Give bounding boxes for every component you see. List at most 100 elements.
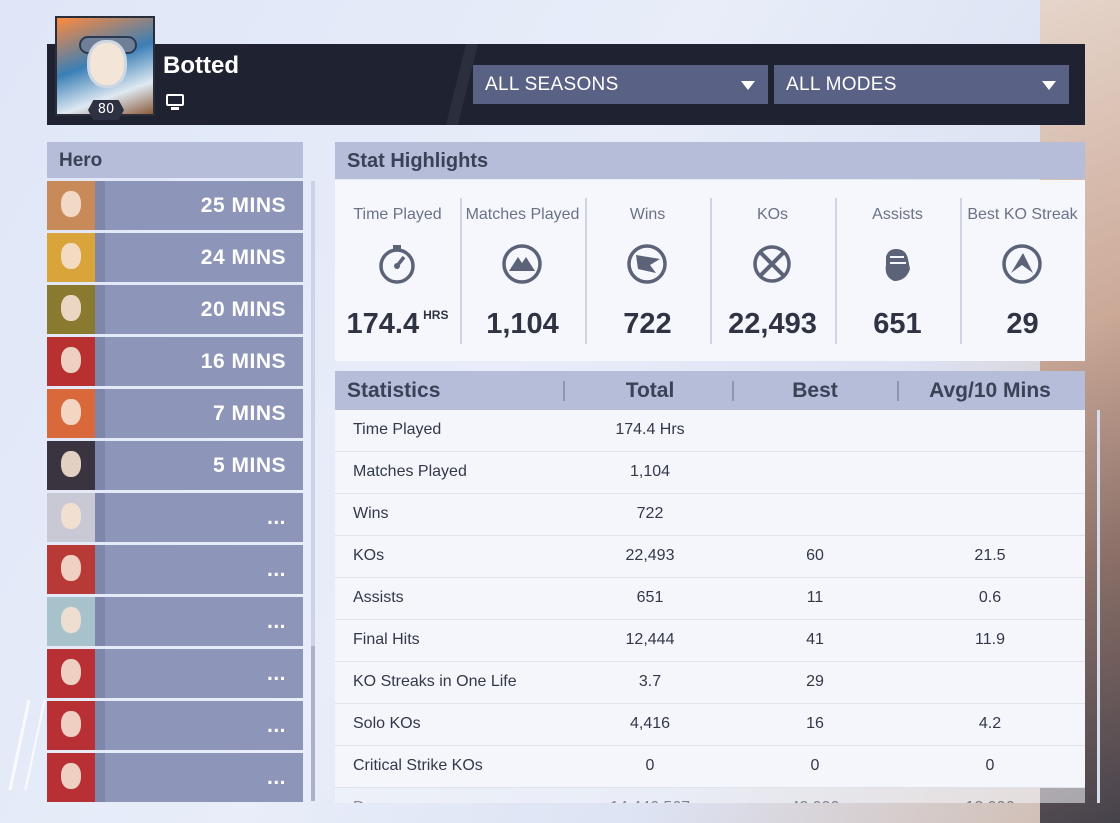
- hero-row[interactable]: 5 MINS: [47, 441, 303, 490]
- hero-portrait: [47, 181, 95, 230]
- hero-playtime: 20 MINS: [200, 298, 286, 321]
- hero-playtime: 7 MINS: [212, 402, 286, 425]
- mode-dropdown[interactable]: ALL MODES: [774, 65, 1069, 104]
- table-row: Wins 722: [335, 494, 1085, 536]
- hero-portrait: [47, 649, 95, 698]
- flag-icon: [626, 243, 668, 285]
- highlight-label: Wins: [629, 206, 666, 223]
- hero-row[interactable]: ...: [47, 753, 303, 802]
- highlight-best-ko-streak: Best KO Streak 29: [960, 180, 1085, 361]
- fist-icon: [876, 243, 918, 285]
- stat-avg: 0.6: [978, 589, 1002, 606]
- stat-name: Final Hits: [353, 631, 420, 648]
- column-divider: [563, 381, 565, 401]
- stat-avg: 21.5: [974, 547, 1006, 564]
- stat-total: 12,444: [625, 631, 675, 648]
- hero-row[interactable]: 20 MINS: [47, 285, 303, 334]
- table-row: D... 14,446,567 42,990 12,906: [335, 788, 1085, 803]
- stopwatch-icon: [376, 243, 418, 285]
- highlight-time-played: Time Played 174.4 HRS: [335, 180, 460, 361]
- table-row: Final Hits 12,444 41 11.9: [335, 620, 1085, 662]
- hero-row[interactable]: 25 MINS: [47, 181, 303, 230]
- highlight-label: Time Played: [353, 206, 442, 223]
- hero-playtime: ...: [266, 610, 286, 633]
- stat-name: Solo KOs: [353, 715, 421, 732]
- highlight-label: KOs: [756, 206, 789, 223]
- stat-total: 651: [636, 589, 664, 606]
- hero-portrait: [47, 285, 95, 334]
- statistics-table[interactable]: Time Played 174.4 Hrs Matches Played 1,104 W…: [335, 410, 1085, 803]
- season-dropdown-label: ALL SEASONS: [485, 74, 619, 95]
- scrollbar-thumb[interactable]: [311, 646, 315, 801]
- crossed-swords-icon: [751, 243, 793, 285]
- monitor-icon: [166, 94, 184, 110]
- hero-row[interactable]: ...: [47, 493, 303, 542]
- highlight-label: Best KO Streak: [967, 206, 1078, 223]
- hero-playtime: ...: [266, 558, 286, 581]
- hero-playtime: ...: [266, 766, 286, 789]
- stat-highlights-title: Stat Highlights: [335, 142, 1085, 179]
- highlight-value-number: 22,493: [728, 308, 817, 340]
- highlight-value: 174.4 HRS: [335, 308, 460, 341]
- column-divider: [732, 381, 734, 401]
- hero-playtime: 16 MINS: [200, 350, 286, 373]
- hero-row[interactable]: 16 MINS: [47, 337, 303, 386]
- statistics-scrollbar[interactable]: [1097, 410, 1100, 803]
- level-badge: 80: [88, 100, 124, 120]
- hero-playtime: ...: [266, 506, 286, 529]
- stat-total: 3.7: [638, 673, 662, 690]
- stat-best: 42,990: [740, 788, 890, 803]
- highlight-value: 722: [585, 308, 710, 341]
- season-dropdown[interactable]: ALL SEASONS: [473, 65, 768, 104]
- stat-total: 0: [645, 757, 655, 774]
- stat-avg: 12,906: [915, 788, 1065, 803]
- chevron-down-icon: [741, 81, 755, 90]
- hero-row[interactable]: ...: [47, 545, 303, 594]
- hero-portrait: [47, 545, 95, 594]
- hero-portrait: [47, 337, 95, 386]
- col-avg: Avg/10 Mins: [929, 379, 1051, 402]
- hero-portrait: [47, 233, 95, 282]
- highlight-assists: Assists 651: [835, 180, 960, 361]
- mountain-emblem-icon: [501, 243, 543, 285]
- mode-dropdown-label: ALL MODES: [786, 74, 897, 95]
- hero-row[interactable]: 24 MINS: [47, 233, 303, 282]
- hero-row[interactable]: ...: [47, 701, 303, 750]
- highlight-value-number: 29: [1006, 308, 1039, 340]
- hero-list: 25 MINS 24 MINS 20 MINS 16 MINS 7 MINS 5 MINS…: [47, 181, 303, 805]
- stat-name: Wins: [353, 505, 389, 522]
- stat-highlights: Time Played 174.4 HRS Matches Played 1,104 Wi…: [335, 180, 1085, 361]
- stat-best: 29: [806, 673, 824, 690]
- stat-best: 60: [806, 547, 824, 564]
- hero-row[interactable]: ...: [47, 649, 303, 698]
- hero-row[interactable]: ...: [47, 597, 303, 646]
- column-divider: [897, 381, 899, 401]
- stat-total: 14,446,567: [575, 788, 725, 803]
- statistics-header: Statistics Total Best Avg/10 Mins: [335, 371, 1085, 410]
- highlight-unit: HRS: [423, 308, 449, 322]
- stat-best: 16: [806, 715, 824, 732]
- hero-list-scrollbar[interactable]: [311, 181, 315, 801]
- col-total: Total: [625, 379, 675, 402]
- stat-best: 0: [810, 757, 820, 774]
- username: Botted: [163, 52, 239, 79]
- highlight-matches-played: Matches Played 1,104: [460, 180, 585, 361]
- highlight-value: 651: [835, 308, 960, 341]
- stat-name: KO Streaks in One Life: [353, 673, 517, 690]
- table-row: Assists 651 11 0.6: [335, 578, 1085, 620]
- chevron-down-icon: [1042, 81, 1056, 90]
- hero-portrait: [47, 389, 95, 438]
- hero-row[interactable]: 7 MINS: [47, 389, 303, 438]
- highlight-value: 29: [960, 308, 1085, 341]
- highlight-value-number: 174.4: [346, 308, 420, 340]
- table-row: Matches Played 1,104: [335, 452, 1085, 494]
- hero-playtime: 25 MINS: [200, 194, 286, 217]
- highlight-label: Matches Played: [465, 206, 580, 223]
- stat-total: 722: [636, 505, 664, 522]
- stat-total: 174.4 Hrs: [615, 421, 685, 438]
- stat-total: 1,104: [629, 463, 671, 480]
- background-slash-decoration: [8, 700, 46, 790]
- highlight-value-number: 651: [873, 308, 922, 340]
- stat-name: Matches Played: [353, 463, 467, 480]
- stat-name: Assists: [353, 589, 404, 606]
